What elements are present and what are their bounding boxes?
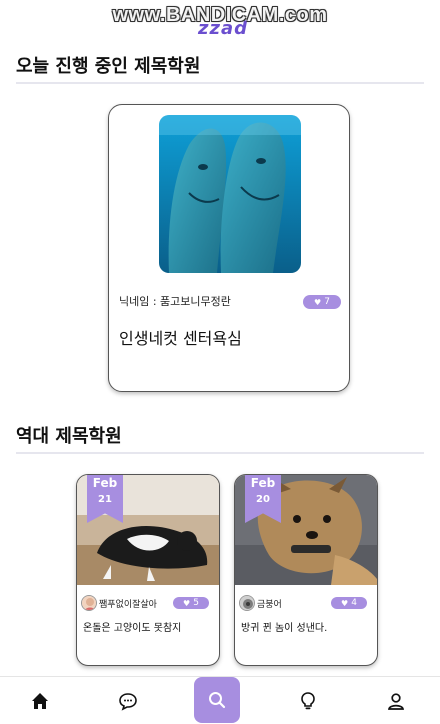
- past-like-count: 5: [193, 598, 199, 608]
- past-like-badge[interactable]: ♥ 4: [331, 597, 367, 609]
- heart-icon: ♥: [314, 297, 322, 307]
- today-nickname: 닉네임 : 품고보니무정란: [119, 295, 231, 308]
- past-contest-card[interactable]: Feb 20 금붕어 ♥ 4 방귀 뀐 놈이 성낸다.: [234, 474, 378, 666]
- today-like-badge[interactable]: ♥ 7: [303, 295, 341, 309]
- chat-icon: [119, 693, 137, 711]
- dolphins-photo: [159, 115, 301, 273]
- today-caption: 인생네컷 센터욕심: [119, 329, 242, 348]
- search-icon: [209, 692, 226, 709]
- recording-watermark: www.BANDICAM.com: [112, 4, 328, 26]
- nav-search-button[interactable]: [194, 677, 240, 723]
- user-avatar-icon: [239, 595, 255, 611]
- lightbulb-icon: [301, 692, 315, 710]
- today-contest-card[interactable]: 닉네임 : 품고보니무정란 ♥ 7 인생네컷 센터욕심: [108, 104, 350, 392]
- today-like-count: 7: [324, 297, 330, 307]
- profile-icon: [388, 693, 404, 710]
- past-caption: 방귀 뀐 놈이 성낸다.: [241, 623, 328, 634]
- date-day: 20: [256, 494, 270, 505]
- past-like-badge[interactable]: ♥ 5: [173, 597, 209, 609]
- date-month: Feb: [92, 476, 118, 490]
- nav-home[interactable]: [14, 677, 66, 724]
- heart-icon: ♥: [341, 598, 349, 608]
- past-like-count: 4: [351, 598, 357, 608]
- nav-profile[interactable]: [370, 677, 422, 724]
- nav-chat[interactable]: [102, 677, 154, 724]
- heart-icon: ♥: [183, 598, 191, 608]
- user-avatar-icon: [81, 595, 97, 611]
- date-month: Feb: [250, 476, 276, 490]
- today-section-title: 오늘 진행 중인 제목학원: [16, 56, 201, 77]
- past-caption: 온돌은 고양이도 못참지: [83, 623, 182, 634]
- history-section-title: 역대 제목학원: [16, 426, 122, 447]
- date-day: 21: [98, 494, 112, 505]
- nav-ideas[interactable]: [282, 677, 334, 724]
- section-divider: [16, 82, 424, 84]
- past-nickname: 쨈푸없이잘살아: [99, 600, 157, 610]
- section-divider: [16, 452, 424, 454]
- past-contest-card[interactable]: Feb 21 쨈푸없이잘살아 ♥ 5 온돌은 고양이도 못참지: [76, 474, 220, 666]
- past-nickname: 금붕어: [257, 600, 282, 610]
- home-icon: [32, 693, 48, 709]
